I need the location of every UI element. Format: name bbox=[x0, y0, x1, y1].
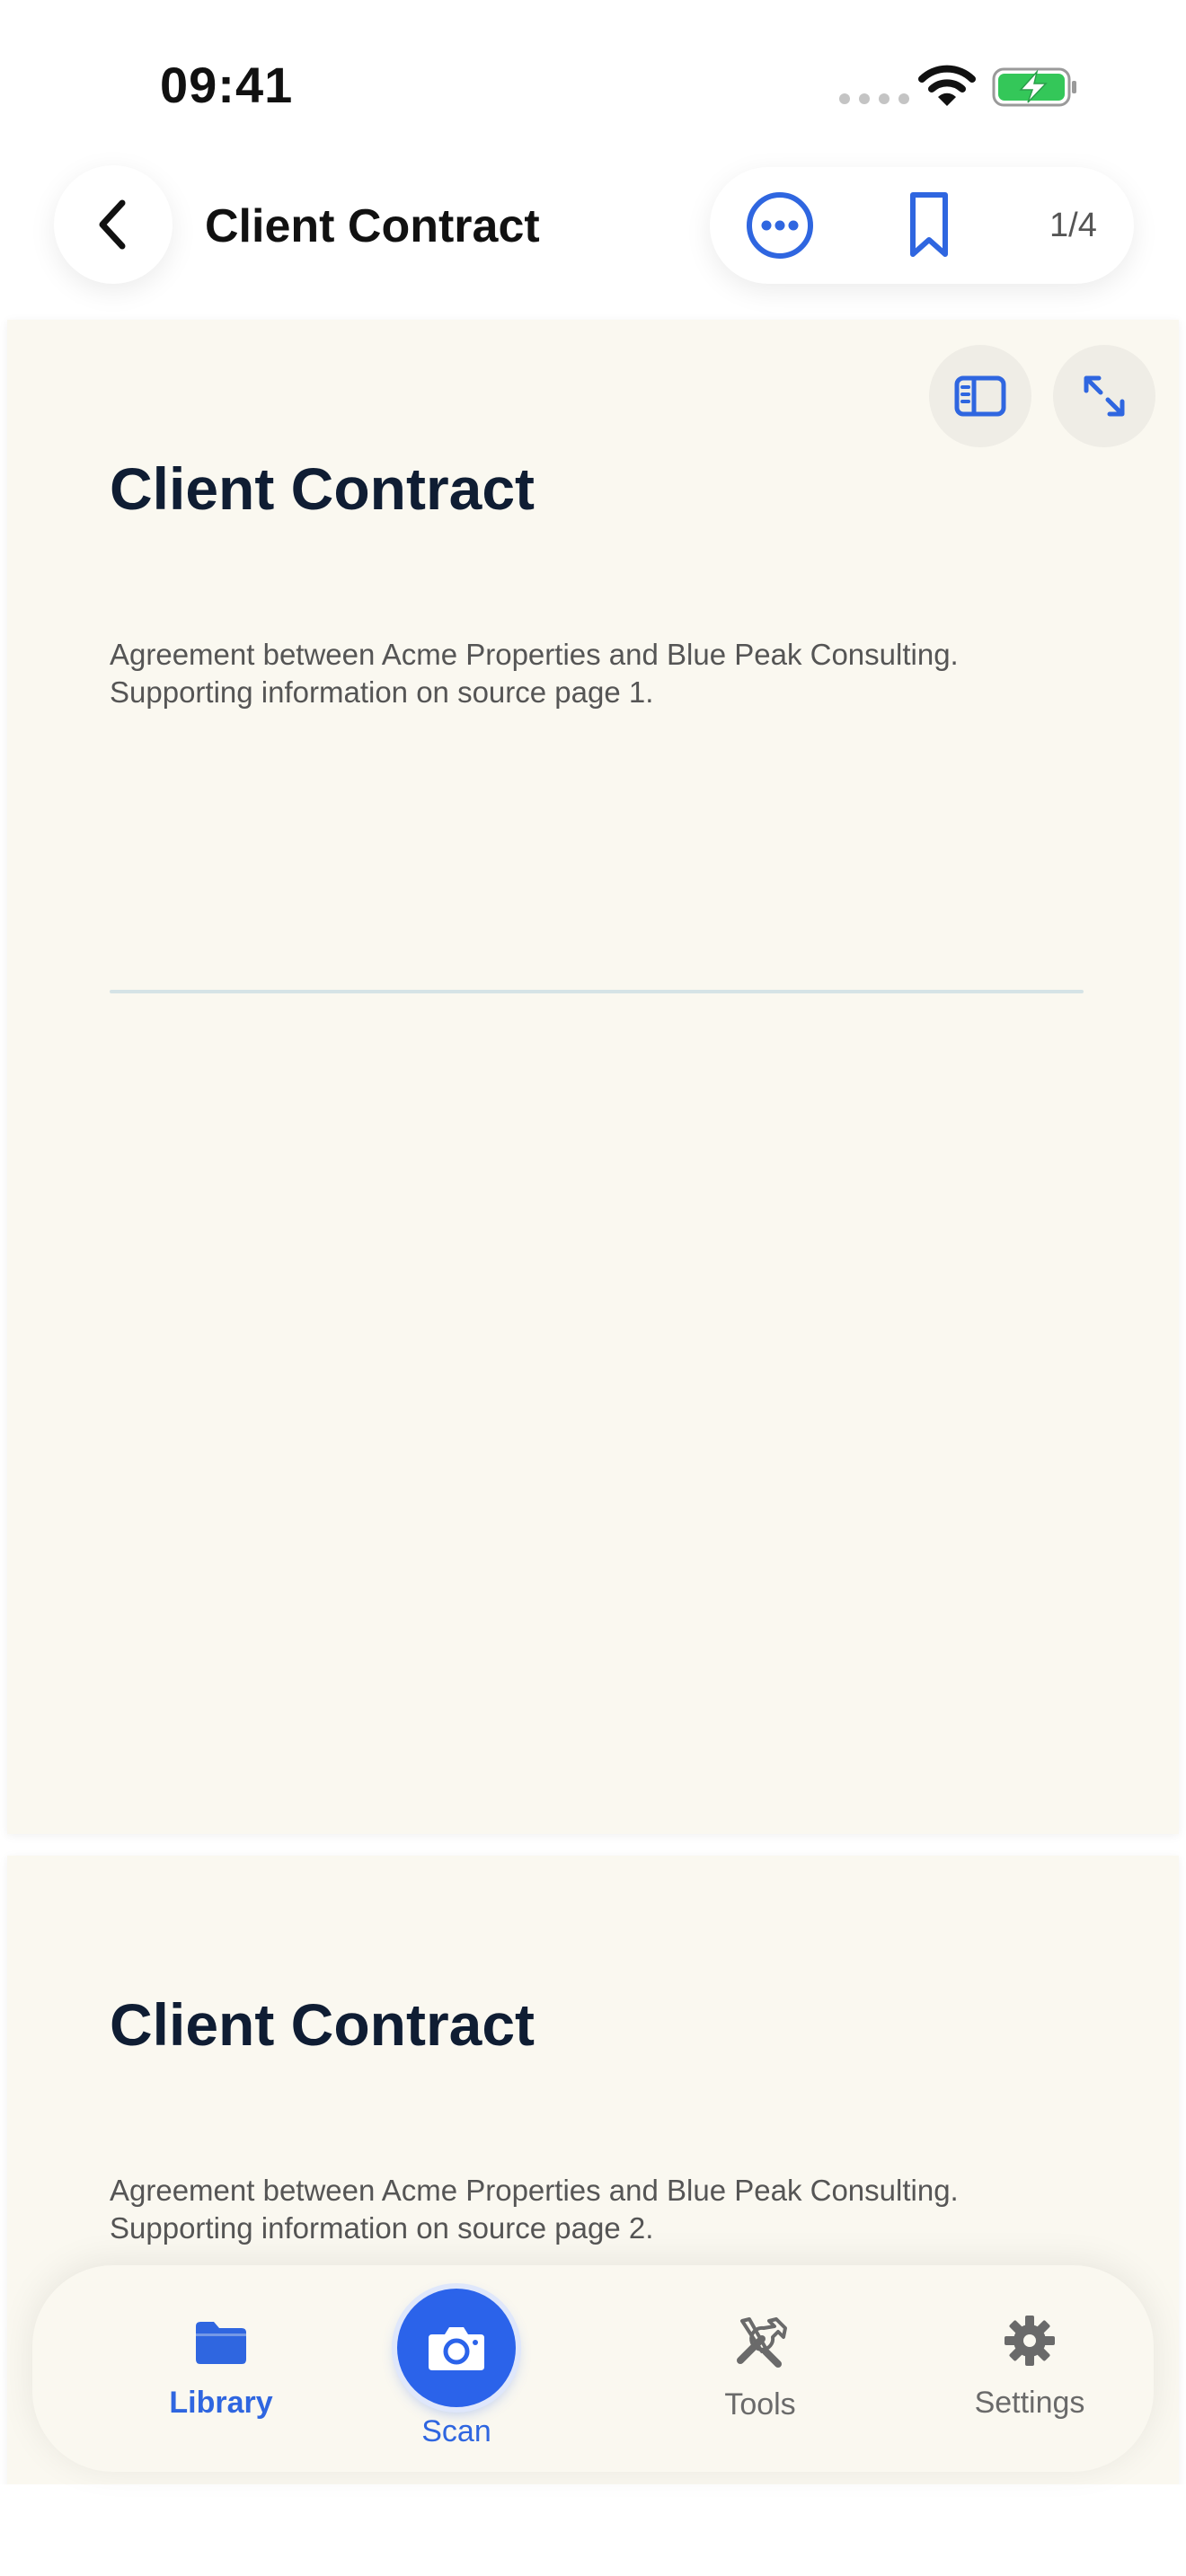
battery-charging-icon bbox=[992, 67, 1076, 107]
tab-label: Settings bbox=[974, 2386, 1085, 2420]
page-body: Agreement between Acme Properties and Bl… bbox=[110, 636, 1098, 711]
home-indicator-area bbox=[0, 2484, 1186, 2576]
page-counter: 1/4 bbox=[1049, 207, 1097, 244]
page-body-line: Agreement between Acme Properties and Bl… bbox=[110, 2174, 959, 2207]
page-title: Client Contract bbox=[110, 455, 535, 522]
tab-library[interactable]: Library bbox=[113, 2265, 329, 2472]
chevron-left-icon bbox=[99, 199, 126, 250]
status-time: 09:41 bbox=[160, 57, 294, 113]
cellular-signal-icon bbox=[839, 93, 909, 104]
back-button[interactable] bbox=[54, 165, 173, 284]
tools-icon bbox=[737, 2317, 787, 2368]
tab-bar: Library Scan Tools Settings bbox=[32, 2265, 1154, 2472]
tab-label: Library bbox=[169, 2386, 273, 2420]
document-viewer-screen: 09:41 Client Contract 1/4 Client Contrac… bbox=[0, 0, 1186, 2576]
document-page-1: Client Contract Agreement between Acme P… bbox=[7, 320, 1179, 1834]
status-bar: 09:41 bbox=[0, 0, 1186, 162]
fullscreen-button[interactable] bbox=[1053, 345, 1155, 447]
page-divider bbox=[110, 990, 1084, 993]
camera-icon bbox=[429, 2327, 484, 2370]
document-title: Client Contract bbox=[205, 200, 540, 252]
page-title: Client Contract bbox=[110, 1991, 535, 2058]
more-options-button[interactable] bbox=[744, 190, 816, 261]
page-body-line: Supporting information on source page 1. bbox=[110, 675, 654, 709]
gear-icon bbox=[1005, 2316, 1055, 2366]
tab-settings[interactable]: Settings bbox=[922, 2265, 1137, 2472]
wifi-icon bbox=[918, 65, 976, 106]
expand-icon bbox=[1084, 375, 1125, 417]
bookmark-button[interactable] bbox=[900, 190, 958, 261]
folder-icon bbox=[196, 2322, 246, 2364]
page-body: Agreement between Acme Properties and Bl… bbox=[110, 2172, 1098, 2247]
sidebar-icon bbox=[954, 375, 1006, 417]
page-body-line: Agreement between Acme Properties and Bl… bbox=[110, 638, 959, 671]
scan-button[interactable] bbox=[397, 2289, 516, 2407]
sidebar-toggle-button[interactable] bbox=[929, 345, 1031, 447]
page-body-line: Supporting information on source page 2. bbox=[110, 2211, 654, 2245]
tab-tools[interactable]: Tools bbox=[652, 2265, 868, 2472]
tab-label: Tools bbox=[724, 2387, 796, 2422]
tab-label: Scan bbox=[421, 2414, 491, 2448]
header-actions: 1/4 bbox=[710, 167, 1134, 284]
